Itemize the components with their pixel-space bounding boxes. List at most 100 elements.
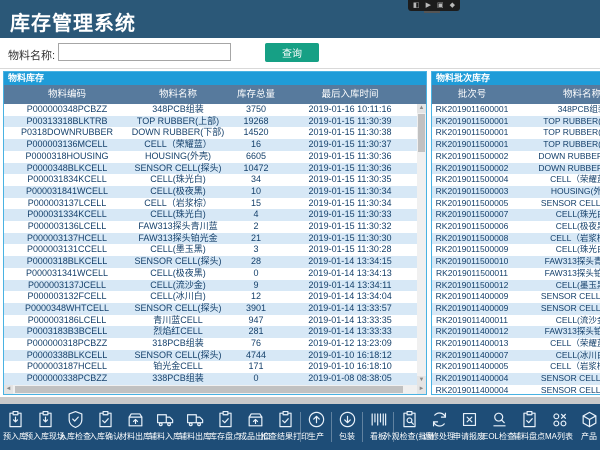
toolbar-item-eol-check[interactable]: EOL检查 <box>484 404 514 441</box>
toolbar-item-visual-check[interactable]: 外观检查(批量 <box>394 404 424 441</box>
column-header-3[interactable]: 最后入库时间 <box>286 85 414 104</box>
material-row[interactable]: P0318DOWNRUBBERDOWN RUBBER(下部)145202019-… <box>4 127 426 139</box>
toolbar-item-production[interactable]: 生产 <box>301 404 331 441</box>
toolbar-item-packaging[interactable]: 包装 <box>332 404 362 441</box>
scroll-right-icon[interactable]: ► <box>417 385 426 394</box>
material-row[interactable]: P000003136MCELLCELL（荣耀蓝）162019-01-15 11:… <box>4 139 426 151</box>
recorder-marker-icon[interactable]: ◆ <box>450 2 455 9</box>
material-row[interactable]: P000003186LCELL青川蓝CELL9472019-01-14 13:3… <box>4 315 426 327</box>
cell-3: 2019-01-14 13:34:15 <box>286 256 414 268</box>
batch-row[interactable]: RK2019011500002DOWN RUBBER(下部) <box>432 163 600 175</box>
material-name-input[interactable] <box>58 43 231 61</box>
toolbar-item-check-result-print[interactable]: 检查结果打印 <box>270 404 300 441</box>
material-row[interactable]: P000000348PCBZZ348PCB组装37502019-01-16 10… <box>4 104 426 116</box>
batch-row[interactable]: RK2019011500011FAW313探头铂光金 <box>432 268 600 280</box>
material-row[interactable]: P0000348WHTCELLSENSOR CELL(探头)39012019-0… <box>4 303 426 315</box>
recorder-grid-icon[interactable]: ▣ <box>437 2 444 9</box>
box-x-icon <box>460 410 479 429</box>
recorder-drag-handle[interactable] <box>424 11 440 13</box>
column-header-0[interactable]: 批次号 <box>432 85 512 104</box>
batch-row[interactable]: RK2019011400007CELL(冰川白) <box>432 350 600 362</box>
material-row[interactable]: P000000338PCBZZ338PCB组装02019-01-08 08:38… <box>4 373 426 385</box>
hscroll-thumb[interactable] <box>15 386 403 393</box>
material-row[interactable]: P0000318BLKCELLSENSOR CELL(探头)282019-01-… <box>4 256 426 268</box>
batch-row[interactable]: RK2019011500004CELL（荣耀蓝） <box>432 174 600 186</box>
toolbar-item-aux-outbound[interactable]: 辅料出库 <box>180 404 210 441</box>
batch-row[interactable]: RK2019011500007CELL(珠光白) <box>432 209 600 221</box>
toolbar-item-ma-list[interactable]: MA列表 <box>544 404 574 441</box>
batch-row[interactable]: RK2019011500003HOUSING(外壳) <box>432 186 600 198</box>
recorder-play-icon[interactable]: ▶ <box>426 2 431 9</box>
batch-row[interactable]: RK2019011500010FAW313探头青川蓝 <box>432 256 600 268</box>
toolbar-item-label: 辅料盘点 <box>513 432 545 441</box>
batch-row[interactable]: RK2019011400009SENSOR CELL(探头) <box>432 291 600 303</box>
material-row[interactable]: P000003137HCELLFAW313探头铂光金212019-01-15 1… <box>4 233 426 245</box>
box-out-icon <box>246 410 265 429</box>
batch-row[interactable]: RK2019011400012FAW313探头铂光金 <box>432 326 600 338</box>
screen-recorder-overlay[interactable]: ◧ ▶ ▣ ◆ <box>408 0 460 11</box>
material-row[interactable]: P0000318HOUSINGHOUSING(外壳)66052019-01-15… <box>4 151 426 163</box>
material-row[interactable]: P0003183B3BCELL烈焰红CELL2812019-01-14 13:3… <box>4 326 426 338</box>
material-row[interactable]: P000031834KCELLCELL(珠光白)342019-01-15 11:… <box>4 174 426 186</box>
material-row[interactable]: P000003137JCELLCELL(流沙金)92019-01-14 13:3… <box>4 280 426 292</box>
batch-row[interactable]: RK2019011500008CELL（岩浆棕） <box>432 233 600 245</box>
toolbar-item-inbound-check[interactable]: 入库检查 <box>60 404 90 441</box>
batch-row[interactable]: RK2019011600001348PCB组装 <box>432 104 600 116</box>
column-header-0[interactable]: 物料编码 <box>4 85 130 104</box>
batch-row[interactable]: RK2019011500005SENSOR CELL(探头) <box>432 198 600 210</box>
query-button[interactable]: 查询 <box>265 43 319 62</box>
material-row[interactable]: P0000348BLKCELLSENSOR CELL(探头)104722019-… <box>4 163 426 175</box>
material-row[interactable]: P000031841WCELLCELL(极夜黑)102019-01-15 11:… <box>4 186 426 198</box>
cell-2: 6605 <box>226 151 286 163</box>
material-row[interactable]: P000031334KCELLCELL(珠光白)42019-01-15 11:3… <box>4 209 426 221</box>
batch-row[interactable]: RK2019011500009CELL(珠光白) <box>432 244 600 256</box>
material-row[interactable]: P000031341WCELLCELL(极夜黑)02019-01-14 13:3… <box>4 268 426 280</box>
toolbar-item-material-outbound[interactable]: 材料出库 <box>120 404 150 441</box>
recorder-window-icon[interactable]: ◧ <box>413 2 420 9</box>
toolbar-item-pre-inbound-site[interactable]: 预入库现场 <box>30 404 60 441</box>
toolbar-item-aux-inbound[interactable]: 辅料入库 <box>150 404 180 441</box>
batch-row[interactable]: RK2019011500002DOWN RUBBER(下部) <box>432 151 600 163</box>
batch-row[interactable]: RK2019011500006CELL(极夜黑) <box>432 221 600 233</box>
horizontal-scrollbar[interactable]: ◄ ► <box>4 385 426 394</box>
batch-row[interactable]: RK2019011500012CELL(墨玉黑) <box>432 280 600 292</box>
vscroll-thumb[interactable] <box>418 114 425 152</box>
batch-row[interactable]: RK2019011400004SENSOR CELL(探头) <box>432 373 600 385</box>
batch-row[interactable]: RK2019011500001TOP RUBBER(上部) <box>432 116 600 128</box>
material-row[interactable]: P0000338BLKCELLSENSOR CELL(探头)47442019-0… <box>4 350 426 362</box>
scroll-left-icon[interactable]: ◄ <box>4 385 13 394</box>
scroll-up-icon[interactable]: ▲ <box>417 104 426 113</box>
batch-row[interactable]: RK2019011400009SENSOR CELL(探头) <box>432 303 600 315</box>
toolbar-item-product[interactable]: 产品 <box>574 404 600 441</box>
cell-0: RK2019011600001 <box>432 104 512 116</box>
column-header-1[interactable]: 物料名称 <box>512 85 600 104</box>
material-row[interactable]: P000003136LCELLFAW313探头青川蓝22019-01-15 11… <box>4 221 426 233</box>
box-out-icon <box>126 410 145 429</box>
batch-row[interactable]: RK2019011400013CELL（荣耀蓝） <box>432 338 600 350</box>
toolbar-item-rework[interactable]: 返修处理 <box>424 404 454 441</box>
toolbar-item-stock-count[interactable]: 库存盘点 <box>210 404 240 441</box>
material-row[interactable]: P000003132FCELLCELL(冰川白)122019-01-14 13:… <box>4 291 426 303</box>
material-row[interactable]: P00313318BLKTRBTOP RUBBER(上部)192682019-0… <box>4 116 426 128</box>
material-row[interactable]: P000003137LCELLCELL（岩浆棕）152019-01-15 11:… <box>4 198 426 210</box>
scroll-down-icon[interactable]: ▼ <box>417 376 426 385</box>
vertical-scrollbar[interactable]: ▲▼ <box>417 104 426 385</box>
toolbar-item-inbound-confirm[interactable]: 入库确认 <box>90 404 120 441</box>
material-row[interactable]: P000003187HCELL铂光金CELL1712019-01-10 16:1… <box>4 361 426 373</box>
batch-row[interactable]: RK2019011400004SENSOR CELL(探头) <box>432 385 600 394</box>
batch-row[interactable]: RK2019011400005CELL（岩浆棕） <box>432 361 600 373</box>
cell-0: P000031841WCELL <box>4 186 130 198</box>
toolbar-item-aux-count[interactable]: 辅料盘点 <box>514 404 544 441</box>
batch-row[interactable]: RK2019011500001TOP RUBBER(上部) <box>432 139 600 151</box>
column-header-1[interactable]: 物料名称 <box>130 85 226 104</box>
cell-0: RK2019011500004 <box>432 174 512 186</box>
column-header-2[interactable]: 库存总量 <box>226 85 286 104</box>
material-row[interactable]: P000003131CCELLCELL(墨玉黑)32019-01-15 11:3… <box>4 244 426 256</box>
box-icon <box>580 410 599 429</box>
material-row[interactable]: P000000318PCBZZ318PCB组装762019-01-12 13:2… <box>4 338 426 350</box>
batch-row[interactable]: RK2019011500001TOP RUBBER(上部) <box>432 127 600 139</box>
cell-0: P000000348PCBZZ <box>4 104 130 116</box>
toolbar-item-scrap-request[interactable]: 申请报废 <box>454 404 484 441</box>
batch-row[interactable]: RK2019011400011CELL(流沙金) <box>432 315 600 327</box>
cell-1: CELL(珠光白) <box>130 174 226 186</box>
